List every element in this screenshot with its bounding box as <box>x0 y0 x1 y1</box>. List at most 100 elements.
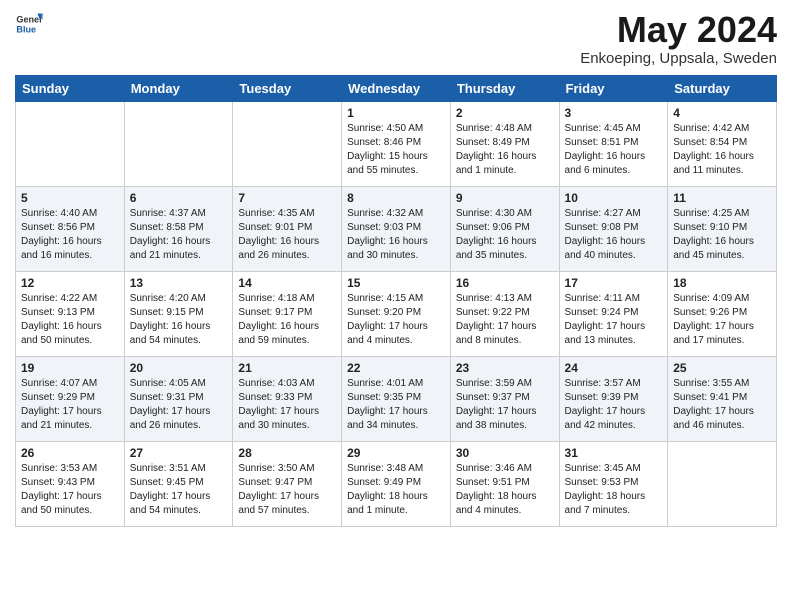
weekday-header-thursday: Thursday <box>450 75 559 101</box>
day-info: Sunrise: 4:09 AM Sunset: 9:26 PM Dayligh… <box>673 292 771 348</box>
calendar-cell: 28Sunrise: 3:50 AM Sunset: 9:47 PM Dayli… <box>233 441 342 526</box>
calendar-cell: 7 Sunrise: 4:35 AM Sunset: 9:01 PM Daylig… <box>233 186 342 271</box>
calendar-cell <box>233 101 342 186</box>
day-number: 23 <box>456 361 554 375</box>
day-number: 22 <box>347 361 445 375</box>
weekday-header-tuesday: Tuesday <box>233 75 342 101</box>
day-number: 26 <box>21 446 119 460</box>
day-info: Sunrise: 3:46 AM Sunset: 9:51 PM Dayligh… <box>456 462 554 518</box>
calendar-cell <box>124 101 233 186</box>
day-info: Sunrise: 4:22 AM Sunset: 9:13 PM Dayligh… <box>21 292 119 348</box>
header: General Blue May 2024 Enkoeping, Uppsala… <box>15 10 777 67</box>
title-block: May 2024 Enkoeping, Uppsala, Sweden <box>580 10 777 67</box>
week-row-5: 26 Sunrise: 3:53 AM Sunset: 9:43 PM Dayli… <box>16 441 777 526</box>
calendar-cell <box>668 441 777 526</box>
week-row-4: 19 Sunrise: 4:07 AM Sunset: 9:29 PM Dayli… <box>16 356 777 441</box>
calendar-cell: 11Sunrise: 4:25 AM Sunset: 9:10 PM Dayli… <box>668 186 777 271</box>
day-number: 29 <box>347 446 445 460</box>
day-number: 13 <box>130 276 228 290</box>
day-number: 30 <box>456 446 554 460</box>
weekday-header-monday: Monday <box>124 75 233 101</box>
day-info: Sunrise: 4:40 AM Sunset: 8:56 PM Dayligh… <box>21 207 119 263</box>
weekday-header-friday: Friday <box>559 75 668 101</box>
day-number: 12 <box>21 276 119 290</box>
calendar-cell: 15Sunrise: 4:15 AM Sunset: 9:20 PM Dayli… <box>342 271 451 356</box>
day-info: Sunrise: 4:45 AM Sunset: 8:51 PM Dayligh… <box>565 122 663 178</box>
calendar-cell: 24 Sunrise: 3:57 AM Sunset: 9:39 PM Dayli… <box>559 356 668 441</box>
day-number: 4 <box>673 106 771 120</box>
day-number: 16 <box>456 276 554 290</box>
day-number: 7 <box>238 191 336 205</box>
calendar-cell: 6 Sunrise: 4:37 AM Sunset: 8:58 PM Daylig… <box>124 186 233 271</box>
day-number: 31 <box>565 446 663 460</box>
day-info: Sunrise: 3:50 AM Sunset: 9:47 PM Dayligh… <box>238 462 336 518</box>
calendar-cell: 29 Sunrise: 3:48 AM Sunset: 9:49 PM Dayli… <box>342 441 451 526</box>
day-number: 17 <box>565 276 663 290</box>
location: Enkoeping, Uppsala, Sweden <box>580 50 777 67</box>
month-year: May 2024 <box>580 10 777 50</box>
day-number: 18 <box>673 276 771 290</box>
day-number: 6 <box>130 191 228 205</box>
day-info: Sunrise: 3:57 AM Sunset: 9:39 PM Dayligh… <box>565 377 663 433</box>
day-info: Sunrise: 4:05 AM Sunset: 9:31 PM Dayligh… <box>130 377 228 433</box>
calendar-cell: 5 Sunrise: 4:40 AM Sunset: 8:56 PM Daylig… <box>16 186 125 271</box>
day-number: 10 <box>565 191 663 205</box>
day-number: 19 <box>21 361 119 375</box>
calendar-cell: 2 Sunrise: 4:48 AM Sunset: 8:49 PM Daylig… <box>450 101 559 186</box>
day-info: Sunrise: 4:48 AM Sunset: 8:49 PM Dayligh… <box>456 122 554 178</box>
calendar-cell: 13 Sunrise: 4:20 AM Sunset: 9:15 PM Dayli… <box>124 271 233 356</box>
day-number: 11 <box>673 191 771 205</box>
day-info: Sunrise: 3:55 AM Sunset: 9:41 PM Dayligh… <box>673 377 771 433</box>
weekday-header-wednesday: Wednesday <box>342 75 451 101</box>
calendar-cell: 19 Sunrise: 4:07 AM Sunset: 9:29 PM Dayli… <box>16 356 125 441</box>
day-info: Sunrise: 4:32 AM Sunset: 9:03 PM Dayligh… <box>347 207 445 263</box>
day-info: Sunrise: 4:15 AM Sunset: 9:20 PM Dayligh… <box>347 292 445 348</box>
page: General Blue May 2024 Enkoeping, Uppsala… <box>0 0 792 612</box>
day-info: Sunrise: 3:59 AM Sunset: 9:37 PM Dayligh… <box>456 377 554 433</box>
calendar-cell: 18 Sunrise: 4:09 AM Sunset: 9:26 PM Dayli… <box>668 271 777 356</box>
day-info: Sunrise: 4:07 AM Sunset: 9:29 PM Dayligh… <box>21 377 119 433</box>
calendar-cell: 10 Sunrise: 4:27 AM Sunset: 9:08 PM Dayli… <box>559 186 668 271</box>
day-info: Sunrise: 4:20 AM Sunset: 9:15 PM Dayligh… <box>130 292 228 348</box>
day-info: Sunrise: 4:13 AM Sunset: 9:22 PM Dayligh… <box>456 292 554 348</box>
day-info: Sunrise: 4:27 AM Sunset: 9:08 PM Dayligh… <box>565 207 663 263</box>
day-info: Sunrise: 4:03 AM Sunset: 9:33 PM Dayligh… <box>238 377 336 433</box>
day-info: Sunrise: 4:50 AM Sunset: 8:46 PM Dayligh… <box>347 122 445 178</box>
day-number: 3 <box>565 106 663 120</box>
calendar-cell: 22 Sunrise: 4:01 AM Sunset: 9:35 PM Dayli… <box>342 356 451 441</box>
day-number: 20 <box>130 361 228 375</box>
day-info: Sunrise: 3:48 AM Sunset: 9:49 PM Dayligh… <box>347 462 445 518</box>
day-info: Sunrise: 4:37 AM Sunset: 8:58 PM Dayligh… <box>130 207 228 263</box>
calendar-cell: 17 Sunrise: 4:11 AM Sunset: 9:24 PM Dayli… <box>559 271 668 356</box>
day-number: 8 <box>347 191 445 205</box>
calendar-cell: 16 Sunrise: 4:13 AM Sunset: 9:22 PM Dayli… <box>450 271 559 356</box>
day-info: Sunrise: 3:53 AM Sunset: 9:43 PM Dayligh… <box>21 462 119 518</box>
day-info: Sunrise: 4:35 AM Sunset: 9:01 PM Dayligh… <box>238 207 336 263</box>
weekday-header-saturday: Saturday <box>668 75 777 101</box>
day-number: 9 <box>456 191 554 205</box>
day-number: 1 <box>347 106 445 120</box>
calendar-cell: 1 Sunrise: 4:50 AM Sunset: 8:46 PM Daylig… <box>342 101 451 186</box>
calendar-cell <box>16 101 125 186</box>
day-number: 5 <box>21 191 119 205</box>
calendar-cell: 4 Sunrise: 4:42 AM Sunset: 8:54 PM Daylig… <box>668 101 777 186</box>
day-info: Sunrise: 4:11 AM Sunset: 9:24 PM Dayligh… <box>565 292 663 348</box>
day-number: 27 <box>130 446 228 460</box>
day-info: Sunrise: 3:51 AM Sunset: 9:45 PM Dayligh… <box>130 462 228 518</box>
day-number: 21 <box>238 361 336 375</box>
calendar-cell: 26 Sunrise: 3:53 AM Sunset: 9:43 PM Dayli… <box>16 441 125 526</box>
day-number: 2 <box>456 106 554 120</box>
day-info: Sunrise: 4:18 AM Sunset: 9:17 PM Dayligh… <box>238 292 336 348</box>
calendar-table: SundayMondayTuesdayWednesdayThursdayFrid… <box>15 75 777 527</box>
day-number: 24 <box>565 361 663 375</box>
day-info: Sunrise: 4:42 AM Sunset: 8:54 PM Dayligh… <box>673 122 771 178</box>
day-info: Sunrise: 4:01 AM Sunset: 9:35 PM Dayligh… <box>347 377 445 433</box>
calendar-cell: 31Sunrise: 3:45 AM Sunset: 9:53 PM Dayli… <box>559 441 668 526</box>
calendar-cell: 23 Sunrise: 3:59 AM Sunset: 9:37 PM Dayli… <box>450 356 559 441</box>
calendar-cell: 9Sunrise: 4:30 AM Sunset: 9:06 PM Daylig… <box>450 186 559 271</box>
svg-text:Blue: Blue <box>16 24 36 34</box>
weekday-header-row: SundayMondayTuesdayWednesdayThursdayFrid… <box>16 75 777 101</box>
logo: General Blue <box>15 10 43 38</box>
calendar-cell: 20 Sunrise: 4:05 AM Sunset: 9:31 PM Dayli… <box>124 356 233 441</box>
logo-icon: General Blue <box>15 10 43 38</box>
